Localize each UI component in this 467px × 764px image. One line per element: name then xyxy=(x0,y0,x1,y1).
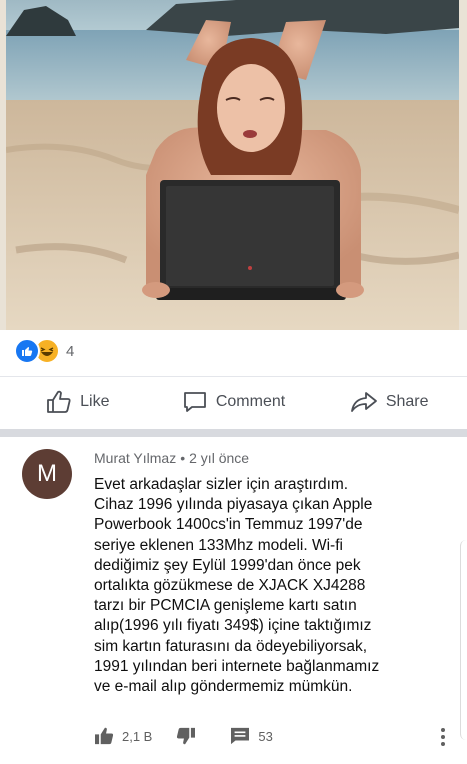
comment-dislike-button[interactable] xyxy=(176,727,196,745)
comment-like-button[interactable]: 2,1 B xyxy=(94,727,152,745)
scroll-edge[interactable] xyxy=(460,540,467,740)
comment-reply-button[interactable]: 53 xyxy=(230,727,273,745)
like-button[interactable]: Like xyxy=(0,390,156,414)
share-button[interactable]: Share xyxy=(311,390,467,414)
comment-item: M Murat Yılmaz • 2 yıl önce Evet arkadaşla… xyxy=(0,437,467,764)
like-label: Like xyxy=(80,393,110,410)
comment-text: Evet arkadaşlar sizler için araştırdım. … xyxy=(94,476,380,696)
comment-meta: Murat Yılmaz • 2 yıl önce xyxy=(94,450,249,466)
post-action-bar: Like Comment Share xyxy=(0,376,467,427)
avatar-letter: M xyxy=(37,460,57,487)
thumbs-down-icon xyxy=(177,727,196,745)
comment-label: Comment xyxy=(215,393,286,410)
share-label: Share xyxy=(385,393,429,410)
reply-comment-icon xyxy=(231,727,250,745)
reaction-summary[interactable]: 4 xyxy=(14,338,74,364)
comment-actions: 2,1 B 53 xyxy=(94,725,273,747)
like-reaction-icon xyxy=(14,338,40,364)
comment-reply-count: 53 xyxy=(258,728,273,744)
more-options-icon[interactable] xyxy=(441,727,445,747)
section-divider xyxy=(0,429,467,437)
reaction-count: 4 xyxy=(66,342,75,360)
thumbs-up-icon xyxy=(95,727,114,745)
share-arrow-icon xyxy=(350,392,377,412)
thumbs-up-icon xyxy=(47,390,71,413)
comment-like-count: 2,1 B xyxy=(122,728,153,744)
comment-time: 2 yıl önce xyxy=(189,450,250,466)
beach-laptop-image xyxy=(6,0,459,330)
post-photo[interactable] xyxy=(0,0,467,330)
avatar[interactable]: M xyxy=(22,449,72,499)
comment-author[interactable]: Murat Yılmaz xyxy=(94,450,176,466)
meta-separator: • xyxy=(180,450,186,466)
comment-button[interactable]: Comment xyxy=(156,390,312,414)
comment-bubble-icon xyxy=(183,392,206,412)
